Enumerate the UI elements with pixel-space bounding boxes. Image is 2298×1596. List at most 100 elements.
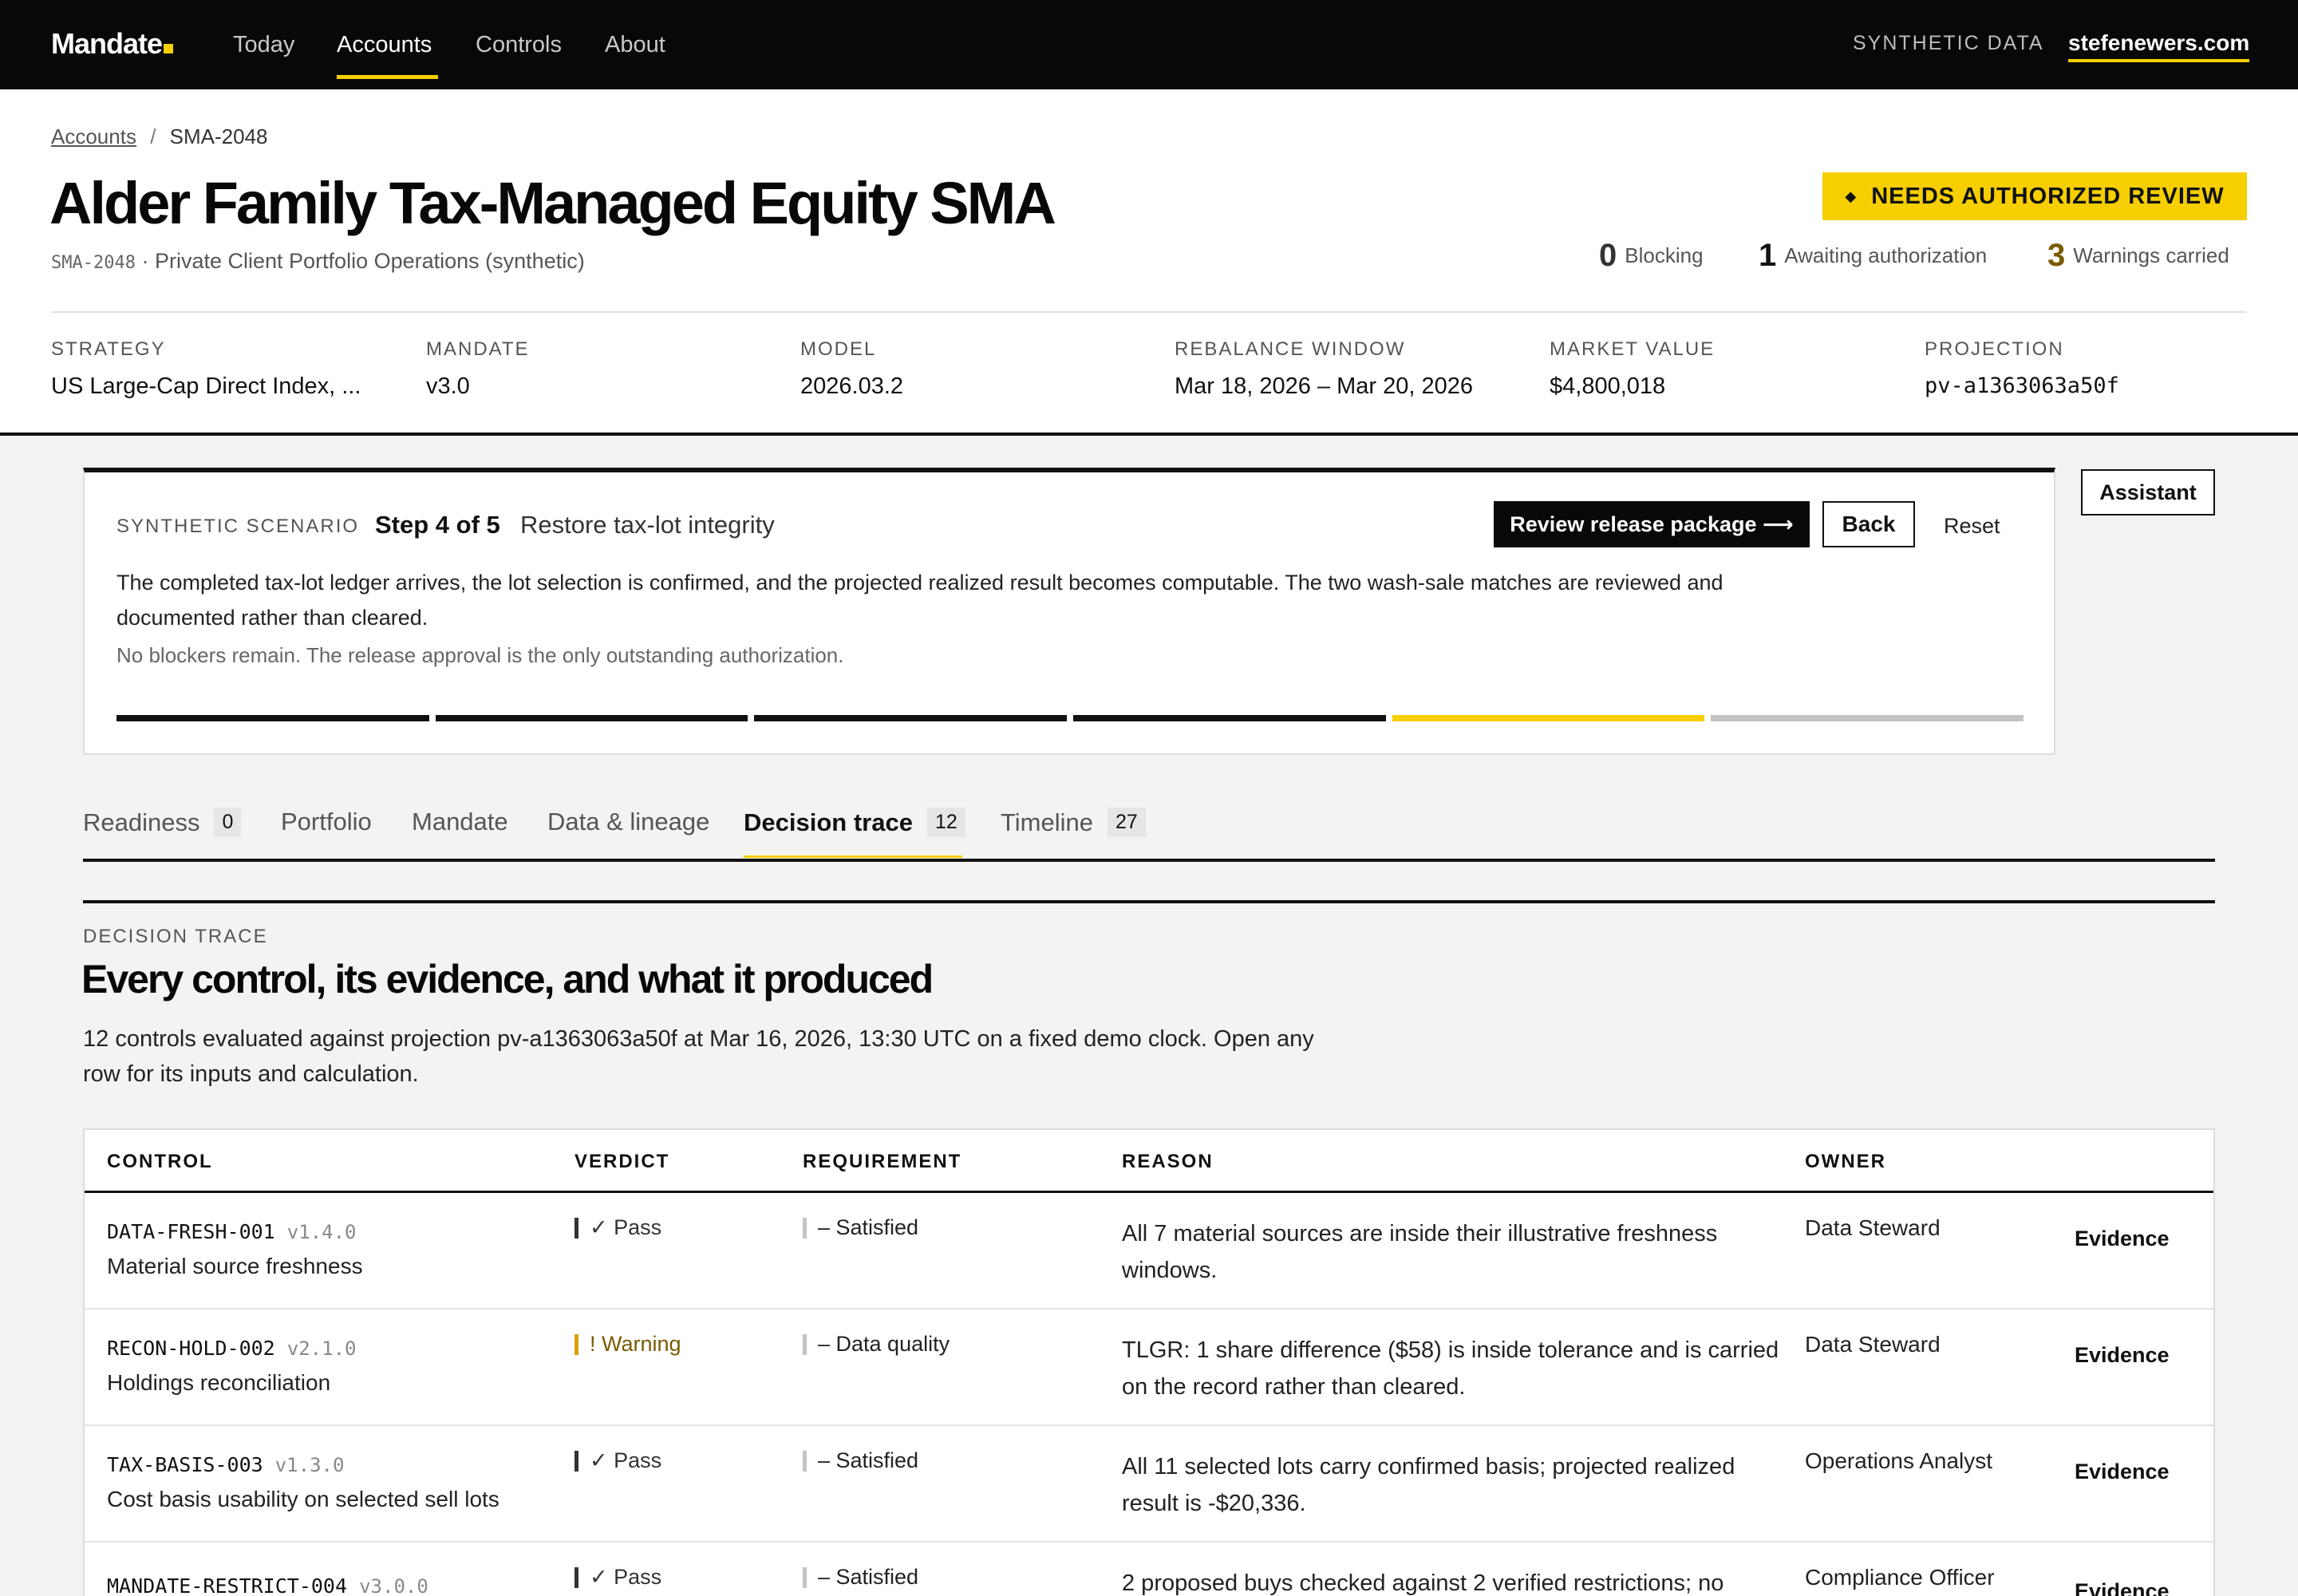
control-id-text: DATA-FRESH-001 (107, 1220, 275, 1243)
account-tabs: Readiness 0 Portfolio Mandate Data & lin… (83, 801, 2215, 862)
progress-segment (1392, 715, 1705, 721)
verdict-label: ✓ Pass (590, 1448, 662, 1472)
section-eyebrow: DECISION TRACE (83, 926, 268, 947)
meta-window-value: Mar 18, 2026 – Mar 20, 2026 (1175, 373, 1474, 399)
scenario-name: Restore tax-lot integrity (520, 511, 775, 539)
verdict-bar (574, 1566, 578, 1588)
nav-active-indicator (337, 75, 438, 79)
status-badge-label: NEEDS AUTHORIZED REVIEW (1871, 183, 2225, 209)
back-button[interactable]: Back (1822, 501, 1915, 547)
tab-data-lineage[interactable]: Data & lineage (547, 808, 709, 836)
scenario-eyebrow: SYNTHETIC SCENARIO (116, 516, 360, 537)
synthetic-data-label: SYNTHETIC DATA (1853, 32, 2044, 54)
column-header-reason: REASON (1122, 1151, 1214, 1172)
nav-link-about[interactable]: About (605, 32, 665, 58)
verdict-label: ✓ Pass (590, 1565, 662, 1589)
tab-portfolio[interactable]: Portfolio (281, 808, 372, 836)
meta-mandate-value: v3.0 (426, 373, 470, 399)
control-name: Holdings reconciliation (107, 1370, 331, 1395)
verdict-label: ✓ Pass (590, 1215, 662, 1239)
tab-mandate-label: Mandate (412, 808, 508, 836)
nav-link-controls[interactable]: Controls (476, 32, 562, 58)
review-release-package-button[interactable]: Review release package ⟶ (1494, 501, 1810, 547)
nav-link-accounts[interactable]: Accounts (337, 32, 432, 58)
requirement: – Satisfied (803, 1565, 918, 1590)
count-warnings-value: 3 (2047, 238, 2066, 273)
verdict-warning: ! Warning (574, 1332, 681, 1357)
reason-text: All 11 selected lots carry confirmed bas… (1122, 1454, 1735, 1516)
meta-strategy-value: US Large-Cap Direct Index, ... (51, 373, 361, 399)
breadcrumb-current: SMA-2048 (169, 124, 268, 148)
meta-projection-value: pv-a1363063a50f (1925, 373, 2119, 398)
progress-segment (1711, 715, 2024, 721)
account-header: Accounts / SMA-2048 Alder Family Tax-Man… (0, 89, 2298, 436)
verdict-bar (574, 1450, 578, 1472)
diamond-icon: ◆ (1845, 188, 1858, 204)
meta-mandate-label: MANDATE (426, 338, 530, 360)
control-id-text: TAX-BASIS-003 (107, 1453, 263, 1476)
header-divider (51, 311, 2247, 313)
table-row[interactable]: TAX-BASIS-003 v1.3.0 Cost basis usabilit… (85, 1426, 2213, 1543)
control-id: DATA-FRESH-001 v1.4.0 (107, 1220, 356, 1243)
tab-mandate[interactable]: Mandate (412, 808, 508, 836)
count-awaiting-label: Awaiting authorization (1784, 243, 1988, 267)
decision-trace-table: CONTROL VERDICT REQUIREMENT REASON OWNER… (83, 1128, 2215, 1596)
requirement-bar (803, 1333, 807, 1355)
reason-text: 2 proposed buys checked against 2 verifi… (1122, 1570, 1724, 1596)
tab-active-indicator (744, 855, 962, 858)
requirement-bar (803, 1450, 807, 1472)
account-owner-text: · Private Client Portfolio Operations (s… (141, 249, 585, 273)
tab-readiness[interactable]: Readiness 0 (83, 808, 242, 837)
requirement: – Satisfied (803, 1215, 918, 1240)
brand-dot-icon (164, 44, 174, 53)
table-row[interactable]: DATA-FRESH-001 v1.4.0 Material source fr… (85, 1193, 2213, 1310)
requirement-bar (803, 1217, 807, 1238)
table-row[interactable]: MANDATE-RESTRICT-004 v3.0.0 ✓ Pass – Sat… (85, 1543, 2213, 1596)
requirement-label: – Satisfied (818, 1565, 919, 1589)
column-header-owner: OWNER (1805, 1151, 1886, 1172)
meta-window-label: REBALANCE WINDOW (1175, 338, 1406, 360)
reason-text: All 7 material sources are inside their … (1122, 1221, 1718, 1283)
progress-segment (754, 715, 1068, 721)
breadcrumb-accounts-link[interactable]: Accounts (51, 124, 136, 148)
tab-portfolio-label: Portfolio (281, 808, 372, 836)
progress-segment (116, 715, 429, 721)
brand-name: Mandate (51, 27, 163, 60)
control-version: v3.0.0 (359, 1575, 428, 1596)
brand-logo[interactable]: Mandate (51, 27, 174, 61)
site-link[interactable]: stefenewers.com (2068, 30, 2250, 62)
evidence-button[interactable]: Evidence (2075, 1579, 2170, 1596)
requirement: – Data quality (803, 1332, 950, 1357)
requirement: – Satisfied (803, 1448, 918, 1473)
page-subtitle: SMA-2048 · Private Client Portfolio Oper… (51, 249, 585, 274)
scenario-step: Step 4 of 5 (375, 511, 500, 539)
control-version: v2.1.0 (286, 1337, 357, 1360)
scenario-description: The completed tax-lot ledger arrives, th… (116, 571, 1724, 630)
tab-timeline[interactable]: Timeline 27 (1001, 808, 1146, 837)
table-row[interactable]: RECON-HOLD-002 v2.1.0 Holdings reconcili… (85, 1310, 2213, 1426)
control-id: RECON-HOLD-002 v2.1.0 (107, 1337, 356, 1360)
breadcrumb-separator: / (150, 124, 156, 148)
reset-button[interactable]: Reset (1944, 514, 2000, 539)
scenario-card: SYNTHETIC SCENARIO Step 4 of 5 Restore t… (83, 468, 2055, 755)
scenario-note: No blockers remain. The release approval… (116, 643, 844, 667)
tab-data-lineage-label: Data & lineage (547, 808, 710, 836)
verdict-pass: ✓ Pass (574, 1215, 661, 1240)
tab-decision-trace[interactable]: Decision trace 12 (744, 808, 965, 837)
count-awaiting: 1 Awaiting authorization (1759, 238, 1987, 274)
meta-market-value-value: $4,800,018 (1550, 373, 1666, 399)
status-badge: ◆ NEEDS AUTHORIZED REVIEW (1822, 172, 2247, 220)
evidence-button[interactable]: Evidence (2075, 1460, 2170, 1484)
tab-decision-trace-label: Decision trace (744, 808, 913, 836)
evidence-button[interactable]: Evidence (2075, 1227, 2170, 1251)
owner: Operations Analyst (1805, 1448, 1993, 1473)
nav-link-today[interactable]: Today (233, 32, 294, 58)
verdict-pass: ✓ Pass (574, 1565, 661, 1590)
owner: Data Steward (1805, 1332, 1941, 1357)
evidence-button[interactable]: Evidence (2075, 1343, 2170, 1368)
scenario-progress (116, 715, 2024, 721)
requirement-label: – Satisfied (818, 1215, 919, 1239)
assistant-button[interactable]: Assistant (2081, 469, 2215, 516)
top-nav: Mandate Today Accounts Controls About SY… (0, 0, 2298, 89)
meta-market-value-label: MARKET VALUE (1550, 338, 1716, 360)
